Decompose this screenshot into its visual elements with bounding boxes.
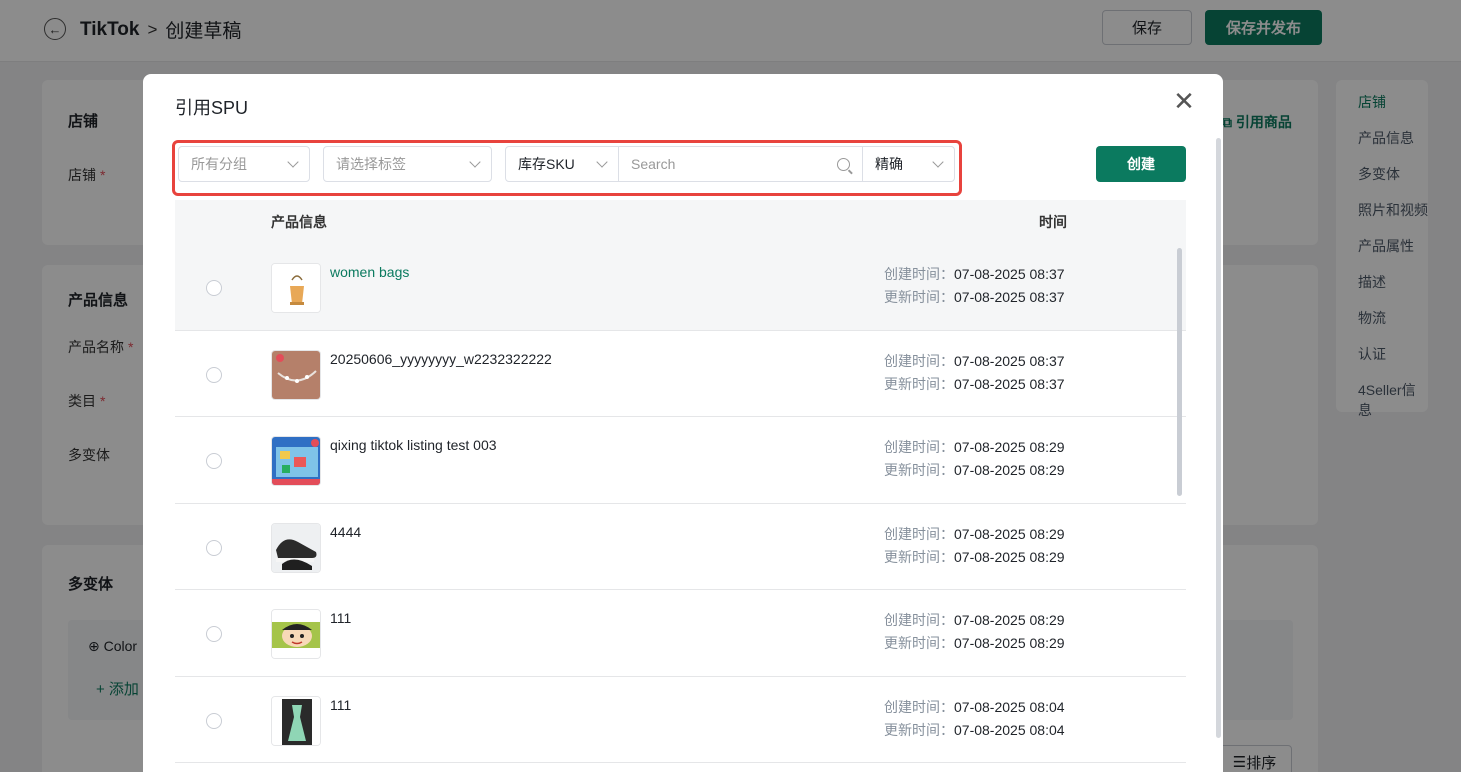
product-name-link[interactable]: women bags [330,264,409,280]
header-product-info: 产品信息 [271,214,327,230]
chevron-down-icon [932,156,944,168]
product-name[interactable]: 111 [330,697,351,713]
row-times: 创建时间：07-08-2025 08:29 更新时间：07-08-2025 08… [884,612,1065,651]
row-radio[interactable] [206,366,222,383]
header-time: 时间 [1039,214,1067,230]
sku-search-combo: 库存SKU 精确 [505,146,955,182]
match-mode-select[interactable]: 精确 [863,147,954,181]
bracelet-thumbnail [271,349,321,400]
group-select[interactable]: 所有分组 [178,146,310,182]
product-name[interactable]: qixing tiktok listing test 003 [330,437,497,453]
search-input[interactable] [631,156,811,172]
table-row[interactable]: 4444 创建时间：07-08-2025 08:29 更新时间：07-08-20… [175,504,1186,590]
table-row[interactable]: women bags 创建时间：07-08-2025 08:37 更新时间：07… [175,244,1186,331]
close-icon[interactable]: ✕ [1172,88,1196,114]
product-name[interactable]: 111 [330,610,351,626]
row-radio[interactable] [206,626,222,642]
search-field-select[interactable]: 库存SKU [506,147,619,181]
chevron-down-icon [469,156,481,168]
product-name[interactable]: 4444 [330,524,361,540]
row-times: 创建时间：07-08-2025 08:37 更新时间：07-08-2025 08… [884,266,1065,305]
spu-table-body: women bags 创建时间：07-08-2025 08:37 更新时间：07… [175,244,1186,763]
search-icon[interactable] [837,157,850,171]
row-times: 创建时间：07-08-2025 08:29 更新时间：07-08-2025 08… [884,525,1065,565]
product-name[interactable]: 20250606_yyyyyyyy_w2232322222 [330,351,552,367]
table-row[interactable]: 111 创建时间：07-08-2025 08:29 更新时间：07-08-202… [175,590,1186,677]
create-button[interactable]: 创建 [1096,146,1186,182]
row-radio[interactable] [206,539,222,556]
chevron-down-icon [287,156,299,168]
ref-spu-modal: 引用SPU ✕ 所有分组 请选择标签 库存SKU 精确 创建 产品信息 时间 w… [143,74,1223,772]
tag-select[interactable]: 请选择标签 [323,146,492,182]
modal-scrollbar[interactable] [1216,138,1221,738]
table-row[interactable]: 111 创建时间：07-08-2025 08:04 更新时间：07-08-202… [175,677,1186,763]
row-radio[interactable] [206,453,222,469]
dress-thumbnail [271,695,321,746]
cartoon-thumbnail [271,609,321,659]
row-times: 创建时间：07-08-2025 08:04 更新时间：07-08-2025 08… [884,698,1065,738]
toy-box-thumbnail [271,436,321,486]
table-row[interactable]: qixing tiktok listing test 003 创建时间：07-0… [175,417,1186,504]
sneaker-thumbnail [271,522,321,573]
table-row[interactable]: 20250606_yyyyyyyy_w2232322222 创建时间：07-08… [175,331,1186,417]
row-radio[interactable] [206,280,222,296]
chevron-down-icon [596,156,608,168]
bag-thumbnail [271,263,321,313]
row-times: 创建时间：07-08-2025 08:29 更新时间：07-08-2025 08… [884,439,1065,478]
table-header: 产品信息 时间 [175,200,1186,244]
row-times: 创建时间：07-08-2025 08:37 更新时间：07-08-2025 08… [884,352,1065,392]
modal-title: 引用SPU [175,98,249,118]
table-scrollbar[interactable] [1177,248,1182,496]
search-input-wrap [619,147,863,181]
row-radio[interactable] [206,712,222,729]
